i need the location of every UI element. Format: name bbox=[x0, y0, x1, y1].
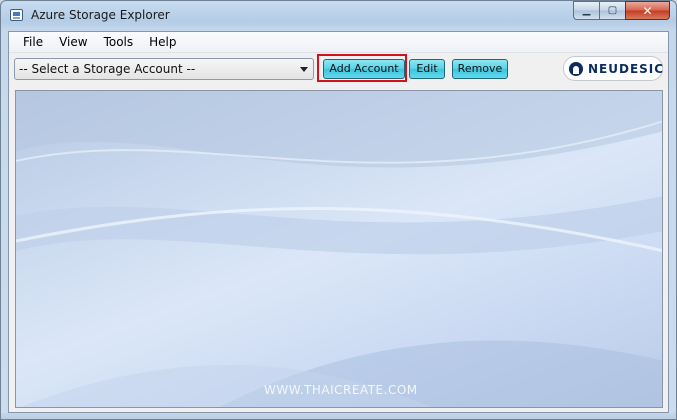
add-account-button[interactable]: Add Account bbox=[323, 59, 405, 79]
menu-bar: File View Tools Help bbox=[9, 32, 668, 53]
menu-help[interactable]: Help bbox=[141, 32, 184, 53]
minimize-icon: ▁ bbox=[582, 5, 591, 16]
window-controls: ▁ ▢ ✕ bbox=[573, 1, 670, 21]
window-title: Azure Storage Explorer bbox=[31, 8, 170, 22]
app-icon bbox=[10, 9, 23, 21]
neudesic-logo-icon bbox=[569, 61, 583, 76]
toolbar: -- Select a Storage Account -- Add Accou… bbox=[9, 53, 668, 87]
remove-button[interactable]: Remove bbox=[452, 59, 508, 79]
main-content-pane: WWW.THAICREATE.COM bbox=[15, 90, 663, 408]
watermark-text: WWW.THAICREATE.COM bbox=[264, 383, 418, 397]
menu-file[interactable]: File bbox=[15, 32, 51, 53]
app-window: Azure Storage Explorer ▁ ▢ ✕ File View T… bbox=[0, 0, 677, 420]
client-area: File View Tools Help -- Select a Storage… bbox=[8, 31, 669, 413]
edit-button[interactable]: Edit bbox=[409, 59, 445, 79]
close-icon: ✕ bbox=[642, 3, 653, 18]
minimize-button[interactable]: ▁ bbox=[573, 1, 599, 20]
window-bottom-border bbox=[1, 413, 676, 419]
maximize-icon: ▢ bbox=[607, 5, 618, 16]
menu-view[interactable]: View bbox=[51, 32, 95, 53]
chevron-down-icon bbox=[300, 67, 308, 72]
menu-tools[interactable]: Tools bbox=[96, 32, 142, 53]
title-bar[interactable]: Azure Storage Explorer ▁ ▢ ✕ bbox=[1, 1, 676, 31]
neudesic-logo: NEUDESIC bbox=[563, 56, 663, 81]
storage-account-select[interactable]: -- Select a Storage Account -- bbox=[14, 58, 314, 80]
neudesic-logo-text: NEUDESIC bbox=[588, 61, 665, 76]
maximize-button[interactable]: ▢ bbox=[599, 1, 625, 20]
close-button[interactable]: ✕ bbox=[625, 1, 670, 20]
storage-account-select-value: -- Select a Storage Account -- bbox=[19, 62, 196, 76]
background-waves bbox=[16, 91, 662, 407]
